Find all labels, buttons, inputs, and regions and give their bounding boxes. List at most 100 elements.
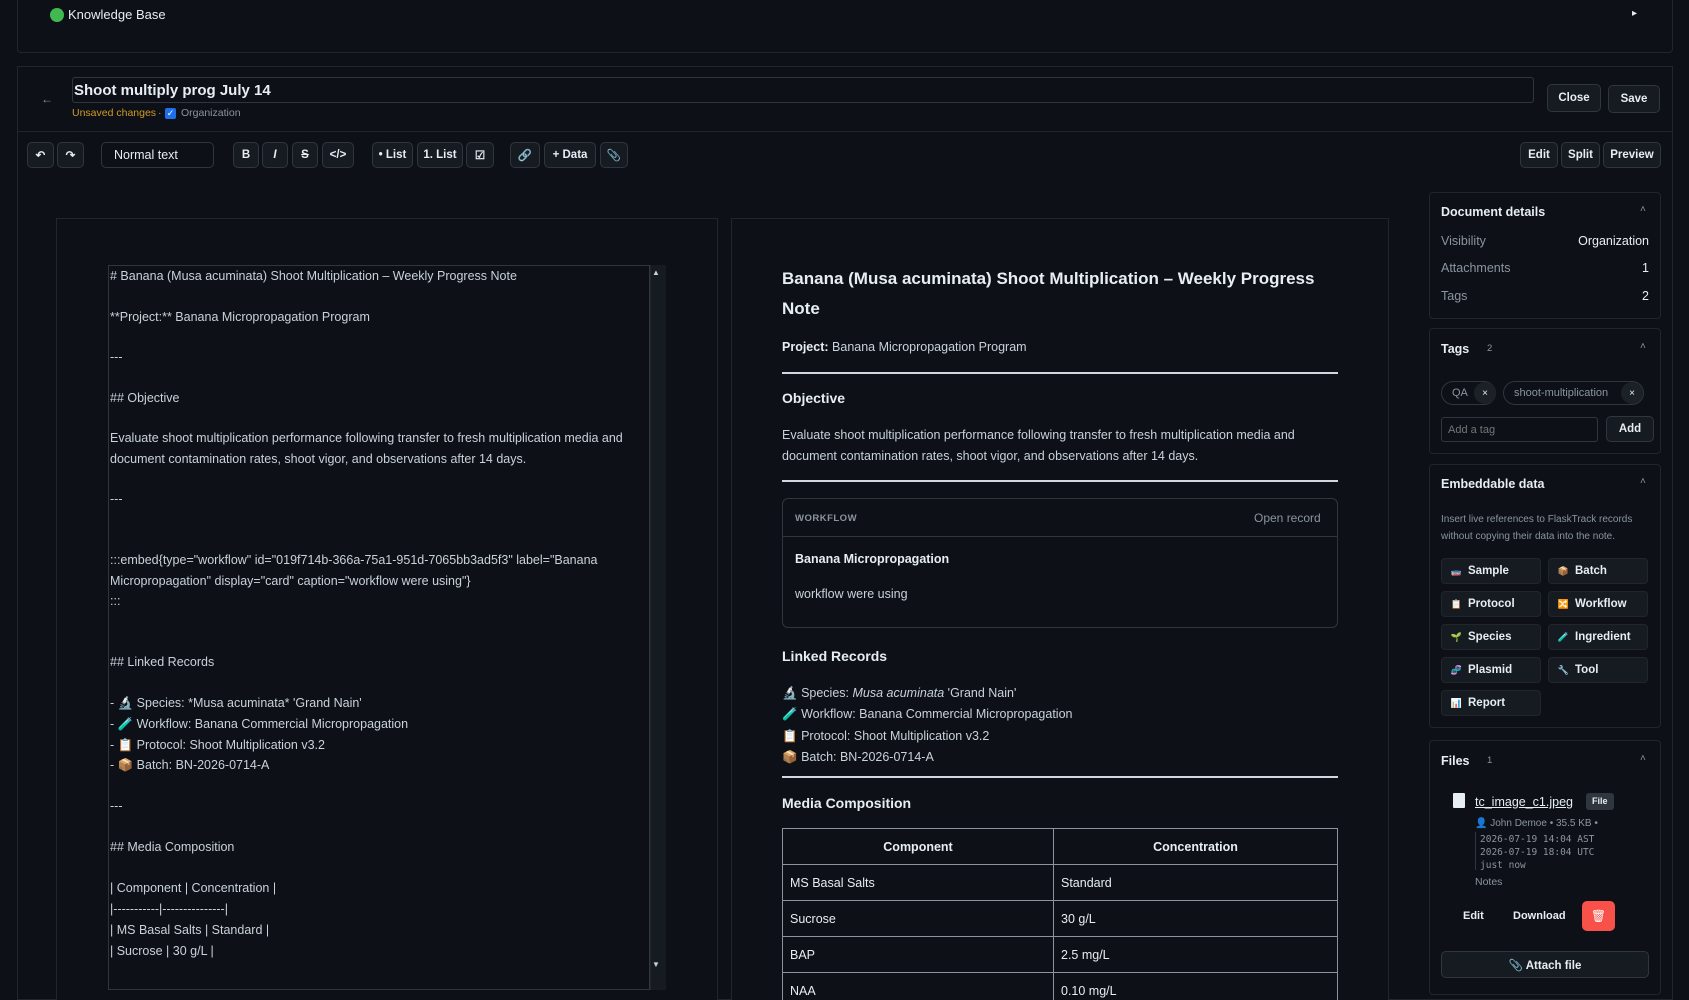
redo-button[interactable]: ↷ — [57, 142, 84, 168]
objective-heading: Objective — [782, 390, 846, 406]
markdown-editor[interactable]: # Banana (Musa acuminata) Shoot Multipli… — [108, 265, 650, 990]
preview-divider — [782, 480, 1338, 482]
file-edit-button[interactable]: Edit — [1463, 910, 1484, 922]
embeddable-description: without copying their data into the note… — [1441, 531, 1616, 542]
embed-protocol-button[interactable]: 📋 Protocol — [1441, 591, 1541, 617]
embed-button-label: Plasmid — [1468, 664, 1513, 676]
delete-file-icon[interactable]: 🗑 — [1582, 901, 1615, 931]
add-tag-input[interactable] — [1441, 417, 1598, 442]
embed-plasmid-button[interactable]: 🧬 Plasmid — [1441, 657, 1541, 683]
code-button[interactable]: </> — [322, 142, 354, 168]
table-cell: 30 g/L — [1053, 900, 1338, 937]
embed-sample-button[interactable]: 🧫 Sample — [1441, 558, 1541, 584]
detail-value: Organization — [1578, 234, 1649, 248]
file-meta-divider — [1475, 832, 1476, 870]
undo-button[interactable]: ↶ — [27, 142, 54, 168]
collapse-icon[interactable]: ˄ — [1640, 476, 1646, 487]
bold-button[interactable]: B — [233, 142, 259, 168]
embed-ingredient-button[interactable]: 🧪 Ingredient — [1548, 624, 1648, 650]
open-record-link[interactable]: Open record — [1254, 511, 1321, 525]
project-value: Banana Micropropagation Program — [832, 340, 1027, 354]
tag-label: QA — [1452, 387, 1468, 399]
project-label: Project: — [782, 340, 829, 354]
embed-type: WORKFLOW — [795, 513, 858, 524]
embed-caption: workflow were using — [795, 587, 908, 601]
collapse-icon[interactable]: ˄ — [1640, 341, 1646, 352]
editor-line: | Component | Concentration | — [110, 881, 277, 895]
embed-tool-button[interactable]: 🔧 Tool — [1548, 657, 1648, 683]
insert-data-button[interactable]: + Data — [544, 142, 596, 168]
file-time-utc: 2026-07-19 18:04 UTC — [1480, 847, 1595, 858]
remove-tag-icon[interactable]: × — [1474, 382, 1496, 404]
strikethrough-button[interactable]: S — [292, 142, 318, 168]
table-row: BAP 2.5 mg/L — [782, 936, 1338, 973]
remove-tag-icon[interactable]: × — [1621, 382, 1643, 404]
table-row: Sucrose 30 g/L — [782, 900, 1338, 937]
file-download-button[interactable]: Download — [1513, 910, 1566, 922]
knowledge-base-title[interactable]: Knowledge Base — [68, 7, 166, 22]
embed-button-label: Protocol — [1468, 598, 1515, 610]
embed-button-label: Species — [1468, 631, 1512, 643]
file-time-relative: just now — [1480, 860, 1526, 871]
embeddable-description: Insert live references to FlaskTrack rec… — [1441, 514, 1633, 525]
view-preview-button[interactable]: Preview — [1603, 142, 1661, 168]
add-tag-button[interactable]: Add — [1606, 416, 1654, 442]
editor-line: - 🧪 Workflow: Banana Commercial Micropro… — [110, 717, 409, 731]
title-input[interactable] — [72, 77, 1534, 103]
microscope-icon: 🔬 — [782, 686, 798, 700]
editor-line: --- — [110, 492, 123, 506]
table-row: NAA 0.10 mg/L — [782, 972, 1338, 1000]
visibility-checkbox[interactable]: ✓ — [165, 108, 176, 119]
checklist-button[interactable]: ☑ — [466, 142, 494, 168]
embed-button-label: Report — [1468, 697, 1506, 709]
embed-button-label: Sample — [1468, 565, 1509, 577]
tool-icon: 🔧 — [1557, 665, 1570, 675]
tag-label: shoot-multiplication — [1514, 387, 1609, 399]
close-button[interactable]: Close — [1547, 84, 1601, 112]
numbered-list-button[interactable]: 1. List — [417, 142, 463, 168]
sample-icon: 🧫 — [1450, 566, 1463, 576]
embed-species-button[interactable]: 🌱 Species — [1441, 624, 1541, 650]
detail-key: Visibility — [1441, 234, 1486, 248]
files-count: 1 — [1487, 755, 1493, 766]
view-edit-button[interactable]: Edit — [1520, 142, 1558, 168]
file-time-local: 2026-07-19 14:04 AST — [1480, 834, 1595, 845]
knowledge-base-icon — [50, 8, 64, 22]
scroll-up-icon[interactable]: ▲ — [652, 268, 660, 277]
editor-scroll-thumb[interactable] — [652, 282, 664, 952]
save-button[interactable]: Save — [1608, 85, 1660, 113]
file-notes-label[interactable]: Notes — [1475, 876, 1502, 888]
unsaved-status: Unsaved changes — [72, 107, 157, 119]
preview-project: Project: Banana Micropropagation Program — [782, 340, 1027, 354]
link-button[interactable]: 🔗 — [510, 142, 540, 168]
text-style-select[interactable]: Normal text — [101, 142, 214, 168]
editor-line: |-----------|---------------| — [110, 902, 228, 916]
attach-icon[interactable]: 📎 — [600, 142, 628, 168]
attach-file-button[interactable]: 📎 Attach file — [1441, 951, 1649, 978]
embed-button-label: Batch — [1575, 565, 1607, 577]
linked-suffix: 'Grand Nain' — [944, 686, 1017, 700]
collapse-icon[interactable]: ˄ — [1640, 204, 1646, 215]
linked-italic: Musa acuminata — [852, 686, 945, 700]
linked-item: 📦 Batch: BN-2026-0714-A — [782, 750, 934, 765]
italic-button[interactable]: I — [262, 142, 288, 168]
media-table: Component Concentration MS Basal Salts S… — [782, 828, 1338, 1000]
editor-line: --- — [110, 799, 123, 813]
back-arrow-icon[interactable]: ← — [41, 92, 53, 106]
embed-batch-button[interactable]: 📦 Batch — [1548, 558, 1648, 584]
test-tube-icon: 🧪 — [782, 707, 798, 721]
editor-line: - 🔬 Species: *Musa acuminata* 'Grand Nai… — [110, 696, 362, 710]
editor-line: ## Objective — [110, 391, 180, 405]
table-header: Component — [782, 828, 1054, 865]
file-name-link[interactable]: tc_image_c1.jpeg — [1475, 795, 1573, 809]
plasmid-icon: 🧬 — [1450, 665, 1463, 675]
collapse-icon[interactable]: ˄ — [1640, 753, 1646, 764]
editor-line: :::embed{type="workflow" id="019f714b-36… — [110, 553, 598, 567]
view-split-button[interactable]: Split — [1561, 142, 1600, 168]
editor-line: Evaluate shoot multiplication performanc… — [110, 431, 623, 445]
scroll-down-icon[interactable]: ▼ — [652, 960, 660, 969]
bullet-list-button[interactable]: • List — [372, 142, 413, 168]
embed-report-button[interactable]: 📊 Report — [1441, 690, 1541, 716]
expand-icon[interactable]: ▸ — [1632, 8, 1637, 19]
embed-workflow-button[interactable]: 🔀 Workflow — [1548, 591, 1648, 617]
